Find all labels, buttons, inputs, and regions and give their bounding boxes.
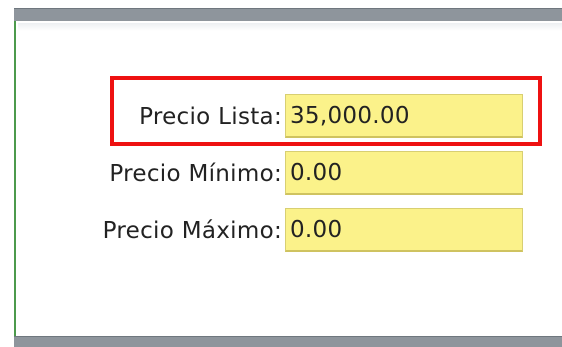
form-frame: Precio Lista: 35,000.00 Precio Mínimo: 0… bbox=[0, 0, 562, 347]
bottom-toolbar-bar bbox=[14, 336, 562, 347]
panel-inner-shadow bbox=[18, 23, 562, 31]
precio-minimo-input[interactable]: 0.00 bbox=[285, 151, 523, 195]
precio-minimo-label: Precio Mínimo: bbox=[109, 161, 282, 187]
precio-maximo-label: Precio Máximo: bbox=[102, 218, 282, 244]
row-precio-maximo: Precio Máximo: 0.00 bbox=[0, 208, 562, 254]
highlight-box bbox=[110, 76, 542, 146]
precio-maximo-input[interactable]: 0.00 bbox=[285, 208, 523, 252]
row-precio-minimo: Precio Mínimo: 0.00 bbox=[0, 151, 562, 197]
top-toolbar-bar bbox=[14, 8, 562, 22]
